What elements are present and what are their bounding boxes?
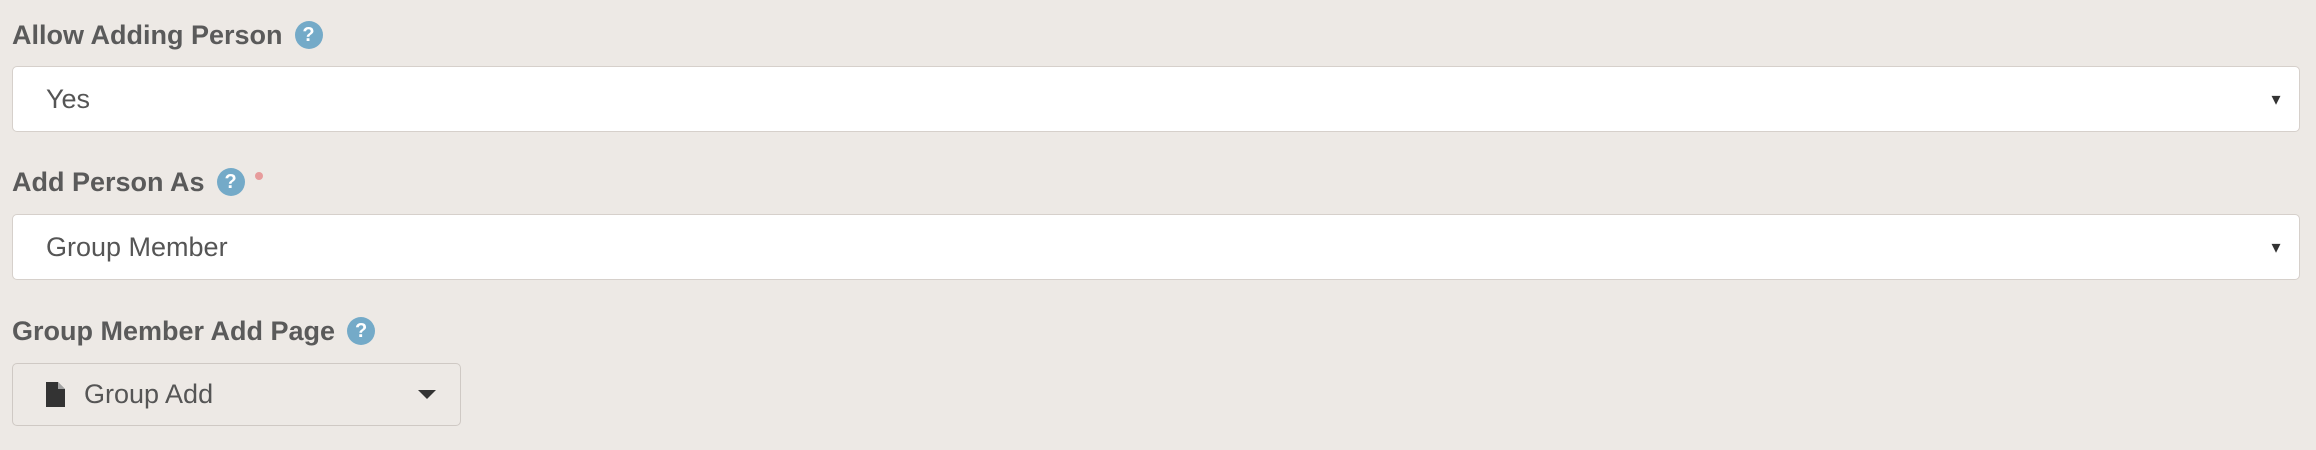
group-member-add-page-picker[interactable]: Group Add <box>12 363 461 426</box>
caret-down-icon <box>418 390 436 399</box>
add-person-as-value: Group Member <box>46 231 228 262</box>
add-person-as-label: Add Person As ? <box>12 165 263 199</box>
file-icon <box>46 382 65 407</box>
help-icon[interactable]: ? <box>294 21 323 49</box>
add-person-as-label-text: Add Person As <box>12 166 205 197</box>
allow-adding-person-select[interactable]: Yes ▾ <box>12 66 2300 132</box>
group-member-add-page-value: Group Add <box>84 379 214 409</box>
allow-adding-person-value: Yes <box>46 83 91 114</box>
dropdown-arrow-icon: ▾ <box>2271 88 2281 109</box>
allow-adding-person-label: Allow Adding Person ? <box>12 18 323 52</box>
required-indicator <box>254 172 263 180</box>
add-person-as-select[interactable]: Group Member ▾ <box>12 214 2300 280</box>
group-member-add-page-label: Group Member Add Page ? <box>12 314 376 348</box>
allow-adding-person-label-text: Allow Adding Person <box>12 19 283 50</box>
help-icon[interactable]: ? <box>216 168 245 196</box>
dropdown-arrow-icon: ▾ <box>2271 236 2281 257</box>
group-member-add-page-label-text: Group Member Add Page <box>12 315 336 346</box>
help-icon[interactable]: ? <box>347 317 376 345</box>
